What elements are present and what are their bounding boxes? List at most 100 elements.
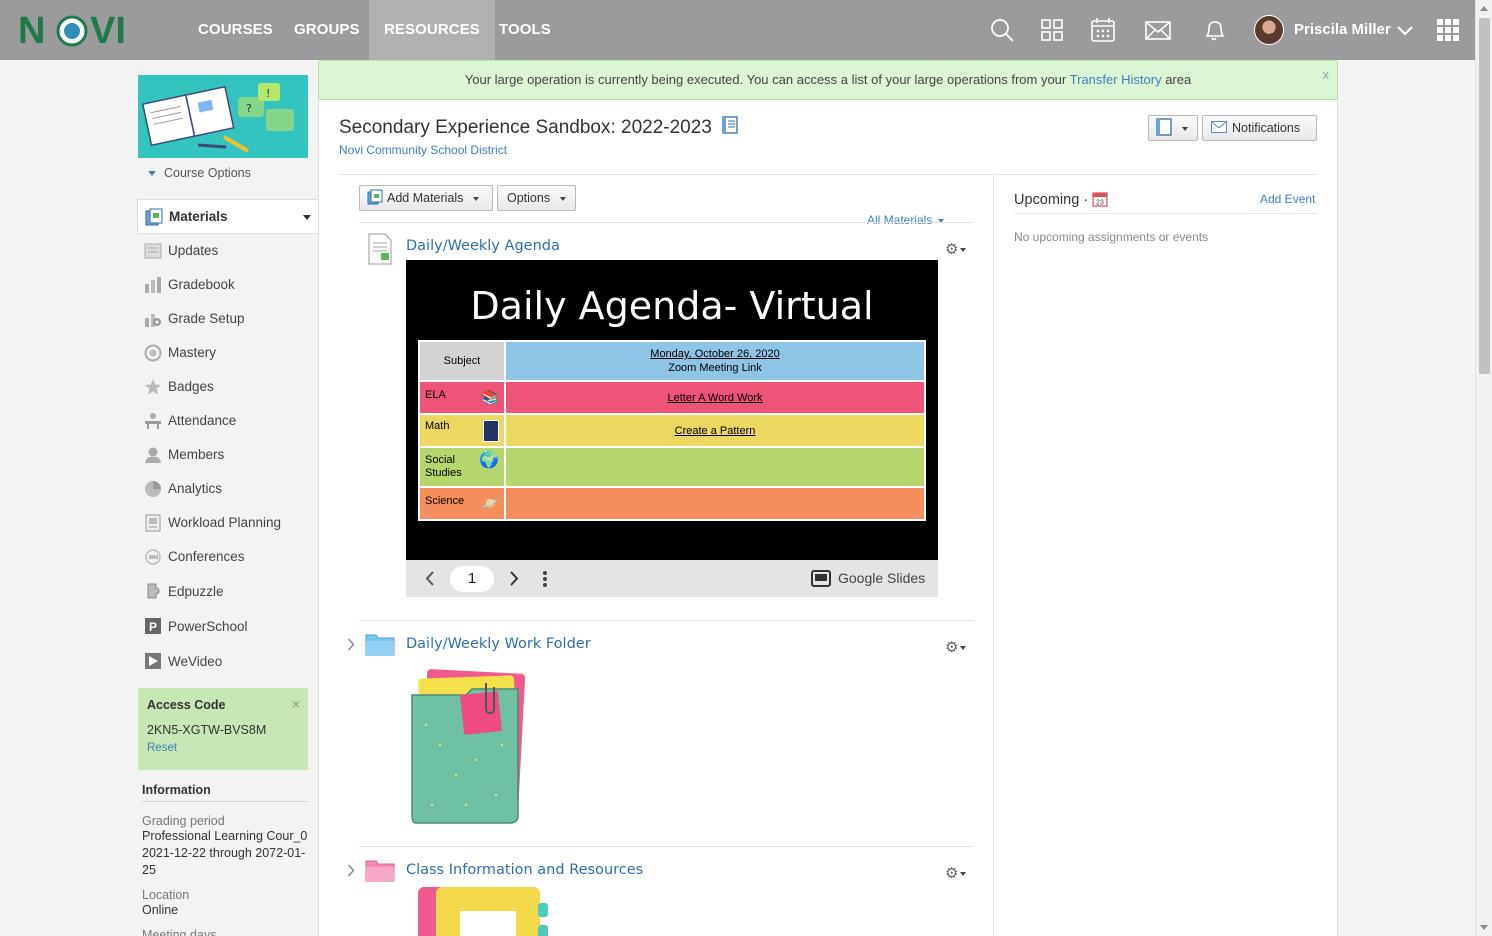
material-title-class-info[interactable]: Class Information and Resources [406,862,643,878]
course-menu-button[interactable] [1148,115,1198,141]
user-name[interactable]: Priscila Miller [1294,0,1391,60]
scroll-down-arrow-icon[interactable] [1480,925,1488,930]
svg-text:VI: VI [90,10,126,50]
svg-text:!: ! [266,87,270,100]
options-button[interactable]: Options [497,185,576,211]
gradebook-icon [145,277,161,293]
material-title-work-folder[interactable]: Daily/Weekly Work Folder [406,636,591,652]
nav-courses[interactable]: COURSES [183,0,288,60]
sidebar-item-materials[interactable]: Materials [137,199,319,234]
material-title-agenda[interactable]: Daily/Weekly Agenda [406,238,560,254]
sidebar-item-label: Edpuzzle [168,584,224,599]
sidebar-item-analytics[interactable]: Analytics [137,472,319,506]
caret-down-icon [148,171,156,177]
sidebar-item-wevideo[interactable]: WeVideo [137,644,319,679]
more-vertical-icon[interactable] [542,570,548,588]
badge-star-icon [145,379,161,395]
mail-icon[interactable] [1144,16,1172,44]
attendance-icon [145,413,161,429]
add-event-link[interactable]: Add Event [1260,192,1315,206]
sidebar-item-badges[interactable]: Badges [137,370,319,404]
google-slides-label[interactable]: Google Slides [838,560,925,597]
location-value: Online [142,903,179,917]
add-materials-button[interactable]: Add Materials [359,185,493,211]
sidebar-item-gradebook[interactable]: Gradebook [137,268,319,302]
agenda-zoom-link[interactable]: Zoom Meeting Link [511,361,919,375]
chevron-right-icon[interactable] [347,638,355,651]
sidebar-item-members[interactable]: Members [137,438,319,472]
caret-down-icon[interactable] [303,215,311,220]
page-scrollbar[interactable] [1475,0,1492,936]
scroll-up-arrow-icon[interactable] [1480,6,1488,11]
alert-text-end: area [1161,72,1192,87]
close-icon[interactable]: x [1323,56,1330,94]
sidebar-item-grade-setup[interactable]: Grade Setup [137,302,319,336]
agenda-header-subject: Subject [418,340,506,382]
course-banner-image: ? ! [138,75,308,158]
apps-icon[interactable] [1437,19,1459,41]
agenda-subject-ela: ELA 📚 [418,380,506,415]
nav-groups[interactable]: GROUPS [279,0,375,60]
grading-period-value: Professional Learning Cour_0 2021-12-22 … [142,829,308,877]
document-icon [368,233,392,265]
grid-icon[interactable] [1038,16,1066,44]
caret-down-icon [960,872,967,877]
calendar-icon[interactable]: 23 [1092,191,1108,207]
add-materials-label: Add Materials [387,191,464,205]
search-icon[interactable] [988,16,1016,44]
prev-slide-icon[interactable] [425,571,435,586]
calendar-icon[interactable] [1089,16,1117,44]
google-slides-icon [811,570,831,587]
divider [359,620,974,621]
subject-label: Math [425,419,450,432]
folder-blue-icon [365,634,395,656]
caret-down-icon [472,196,479,201]
agenda-content-science [504,486,926,521]
caret-down-icon [1182,126,1189,131]
chevron-down-icon[interactable] [1396,24,1414,38]
sidebar-item-label: PowerSchool [168,619,248,634]
table-row: 🌍 Social Studies [418,446,926,488]
agenda-content-ela[interactable]: Letter A Word Work [504,380,926,415]
sidebar-item-label: Badges [168,379,214,394]
folder-pink-icon [365,860,395,882]
avatar[interactable] [1254,15,1284,45]
novi-logo[interactable]: N VI [18,10,138,50]
nav-tools[interactable]: TOOLS [484,0,566,60]
access-code-reset-link[interactable]: Reset [147,742,299,754]
slide-canvas: Daily Agenda- Virtual Subject Monday, Oc… [406,260,938,560]
book-icon [1156,118,1172,136]
transfer-history-link[interactable]: Transfer History [1070,72,1162,87]
sidebar-item-mastery[interactable]: Mastery [137,336,319,370]
sidebar-item-label: Analytics [168,481,223,496]
sidebar-item-workload-planning[interactable]: Workload Planning [137,506,319,540]
google-slides-embed[interactable]: Daily Agenda- Virtual Subject Monday, Oc… [406,260,938,597]
bell-icon[interactable] [1200,16,1228,44]
sidebar-item-edpuzzle[interactable]: Edpuzzle [137,574,319,609]
sidebar-item-conferences[interactable]: Conferences [137,540,319,574]
gear-icon[interactable]: ⚙ [945,240,967,258]
all-materials-filter[interactable]: All Materials [867,213,945,227]
gear-icon[interactable]: ⚙ [945,864,967,882]
agenda-subject-math: Math [418,413,506,448]
district-link[interactable]: Novi Community School District [339,143,507,157]
close-icon[interactable]: × [292,696,300,712]
course-book-icon[interactable] [721,116,739,134]
course-options-toggle[interactable]: Course Options [148,166,251,180]
svg-text:?: ? [246,102,252,115]
sidebar-item-updates[interactable]: Updates [137,234,319,268]
nav-resources[interactable]: RESOURCES [369,0,495,60]
notifications-button[interactable]: Notifications [1202,115,1317,141]
calendar-day: 23 [1096,200,1104,207]
agenda-subject-science: Science 🪐 [418,486,506,521]
sidebar-item-powerschool[interactable]: P PowerSchool [137,609,319,644]
sidebar-item-attendance[interactable]: Attendance [137,404,319,438]
agenda-content-math[interactable]: Create a Pattern [504,413,926,448]
next-slide-icon[interactable] [509,571,519,586]
scroll-thumb[interactable] [1479,18,1490,374]
gear-icon[interactable]: ⚙ [945,638,967,656]
svg-text:N: N [18,10,44,50]
slides-toolbar: 1 Google Slides [406,560,938,597]
caret-down-icon [960,248,967,253]
chevron-right-icon[interactable] [347,864,355,877]
